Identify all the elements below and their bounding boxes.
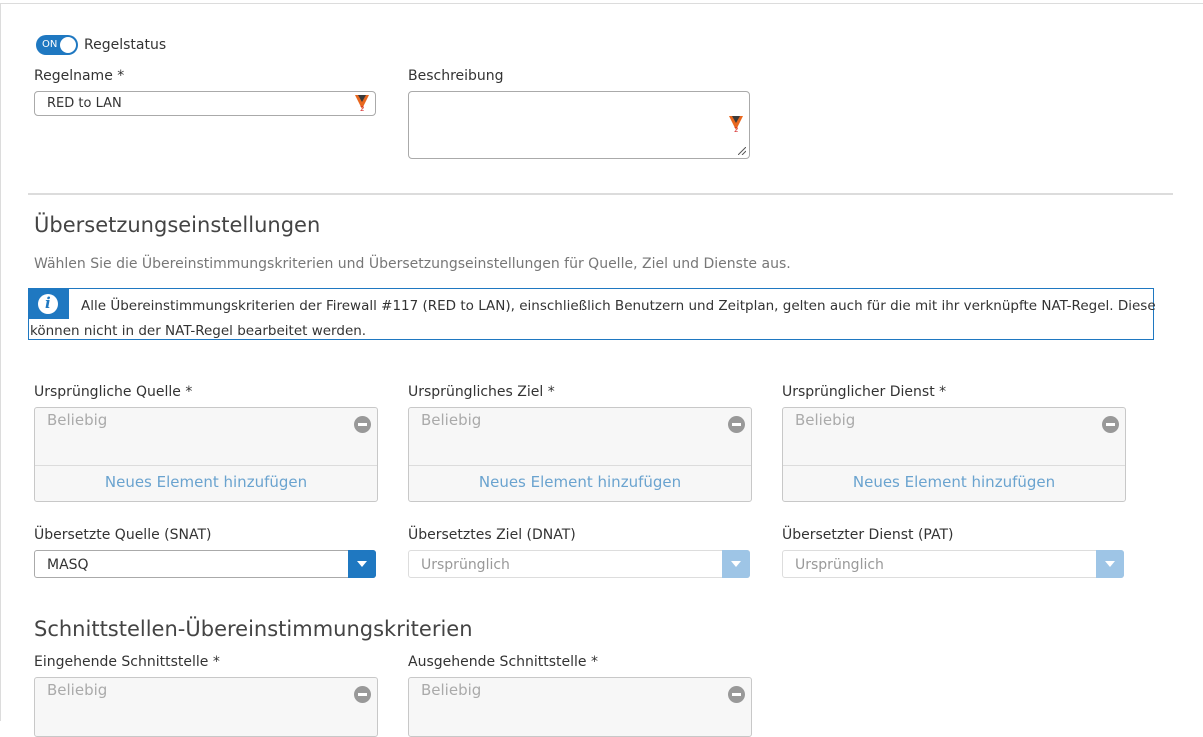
outbound-interface-list: Beliebig: [408, 677, 752, 737]
original-service-placeholder: Beliebig: [795, 411, 856, 429]
inbound-interface-label: Eingehende Schnittstelle *: [34, 654, 220, 670]
translation-subtitle: Wählen Sie die Übereinstimmungskriterien…: [34, 256, 791, 272]
translation-heading: Übersetzungseinstellungen: [34, 213, 321, 237]
info-icon-glyph: i: [45, 294, 51, 312]
svg-text:2: 2: [360, 105, 364, 111]
rule-status-toggle[interactable]: ON: [36, 35, 78, 55]
remove-icon[interactable]: [354, 416, 371, 433]
list-separator: [35, 465, 377, 466]
chevron-down-icon[interactable]: [722, 550, 750, 578]
add-service-link[interactable]: Neues Element hinzufügen: [783, 473, 1125, 491]
original-source-placeholder: Beliebig: [47, 411, 108, 429]
info-banner: i Alle Übereinstimmungskriterien der Fir…: [28, 288, 1156, 340]
dnat-value: Ursprünglich: [421, 557, 510, 573]
left-border: [0, 3, 1, 721]
chevron-down-icon[interactable]: [1096, 550, 1124, 578]
top-border: [0, 3, 1203, 4]
password-manager-icon[interactable]: 2: [729, 116, 743, 132]
inbound-placeholder: Beliebig: [47, 681, 108, 699]
outbound-interface-label: Ausgehende Schnittstelle *: [408, 654, 598, 670]
original-source-label: Ursprüngliche Quelle *: [34, 384, 193, 400]
info-badge: i: [29, 289, 69, 319]
add-source-link[interactable]: Neues Element hinzufügen: [35, 473, 377, 491]
rule-status-label: Regelstatus: [84, 37, 167, 53]
toggle-on-text: ON: [42, 39, 58, 50]
original-dest-label: Ursprüngliches Ziel *: [408, 384, 555, 400]
original-service-label: Ursprünglicher Dienst *: [782, 384, 947, 400]
section-divider: [28, 193, 1173, 195]
dnat-label: Übersetztes Ziel (DNAT): [408, 527, 576, 543]
password-manager-icon[interactable]: 2: [355, 95, 369, 111]
toggle-knob: [60, 37, 76, 53]
dnat-select[interactable]: Ursprünglich: [408, 550, 750, 578]
description-textarea[interactable]: 2: [408, 91, 750, 159]
pat-value: Ursprünglich: [795, 557, 884, 573]
info-text-line1: Alle Übereinstimmungskriterien der Firew…: [81, 298, 1156, 314]
rule-name-label: Regelname *: [34, 68, 125, 84]
remove-icon[interactable]: [354, 686, 371, 703]
original-dest-list: Beliebig Neues Element hinzufügen: [408, 407, 752, 502]
snat-label: Übersetzte Quelle (SNAT): [34, 527, 212, 543]
remove-icon[interactable]: [728, 686, 745, 703]
add-dest-link[interactable]: Neues Element hinzufügen: [409, 473, 751, 491]
snat-value: MASQ: [47, 557, 89, 573]
rule-name-input[interactable]: RED to LAN 2: [34, 91, 376, 116]
original-dest-placeholder: Beliebig: [421, 411, 482, 429]
snat-select[interactable]: MASQ: [34, 550, 376, 578]
resize-handle-icon[interactable]: [738, 147, 746, 155]
original-source-list: Beliebig Neues Element hinzufügen: [34, 407, 378, 502]
outbound-placeholder: Beliebig: [421, 681, 482, 699]
original-service-list: Beliebig Neues Element hinzufügen: [782, 407, 1126, 502]
svg-text:2: 2: [734, 126, 738, 132]
pat-select[interactable]: Ursprünglich: [782, 550, 1124, 578]
info-text-line2: können nicht in der NAT-Regel bearbeitet…: [30, 323, 367, 339]
remove-icon[interactable]: [1102, 416, 1119, 433]
chevron-down-icon[interactable]: [348, 550, 376, 578]
remove-icon[interactable]: [728, 416, 745, 433]
pat-label: Übersetzter Dienst (PAT): [782, 527, 954, 543]
description-label: Beschreibung: [408, 68, 504, 84]
list-separator: [409, 465, 751, 466]
rule-name-value: RED to LAN: [47, 96, 122, 111]
inbound-interface-list: Beliebig: [34, 677, 378, 737]
list-separator: [783, 465, 1125, 466]
interfaces-heading: Schnittstellen-Übereinstimmungskriterien: [34, 617, 473, 641]
